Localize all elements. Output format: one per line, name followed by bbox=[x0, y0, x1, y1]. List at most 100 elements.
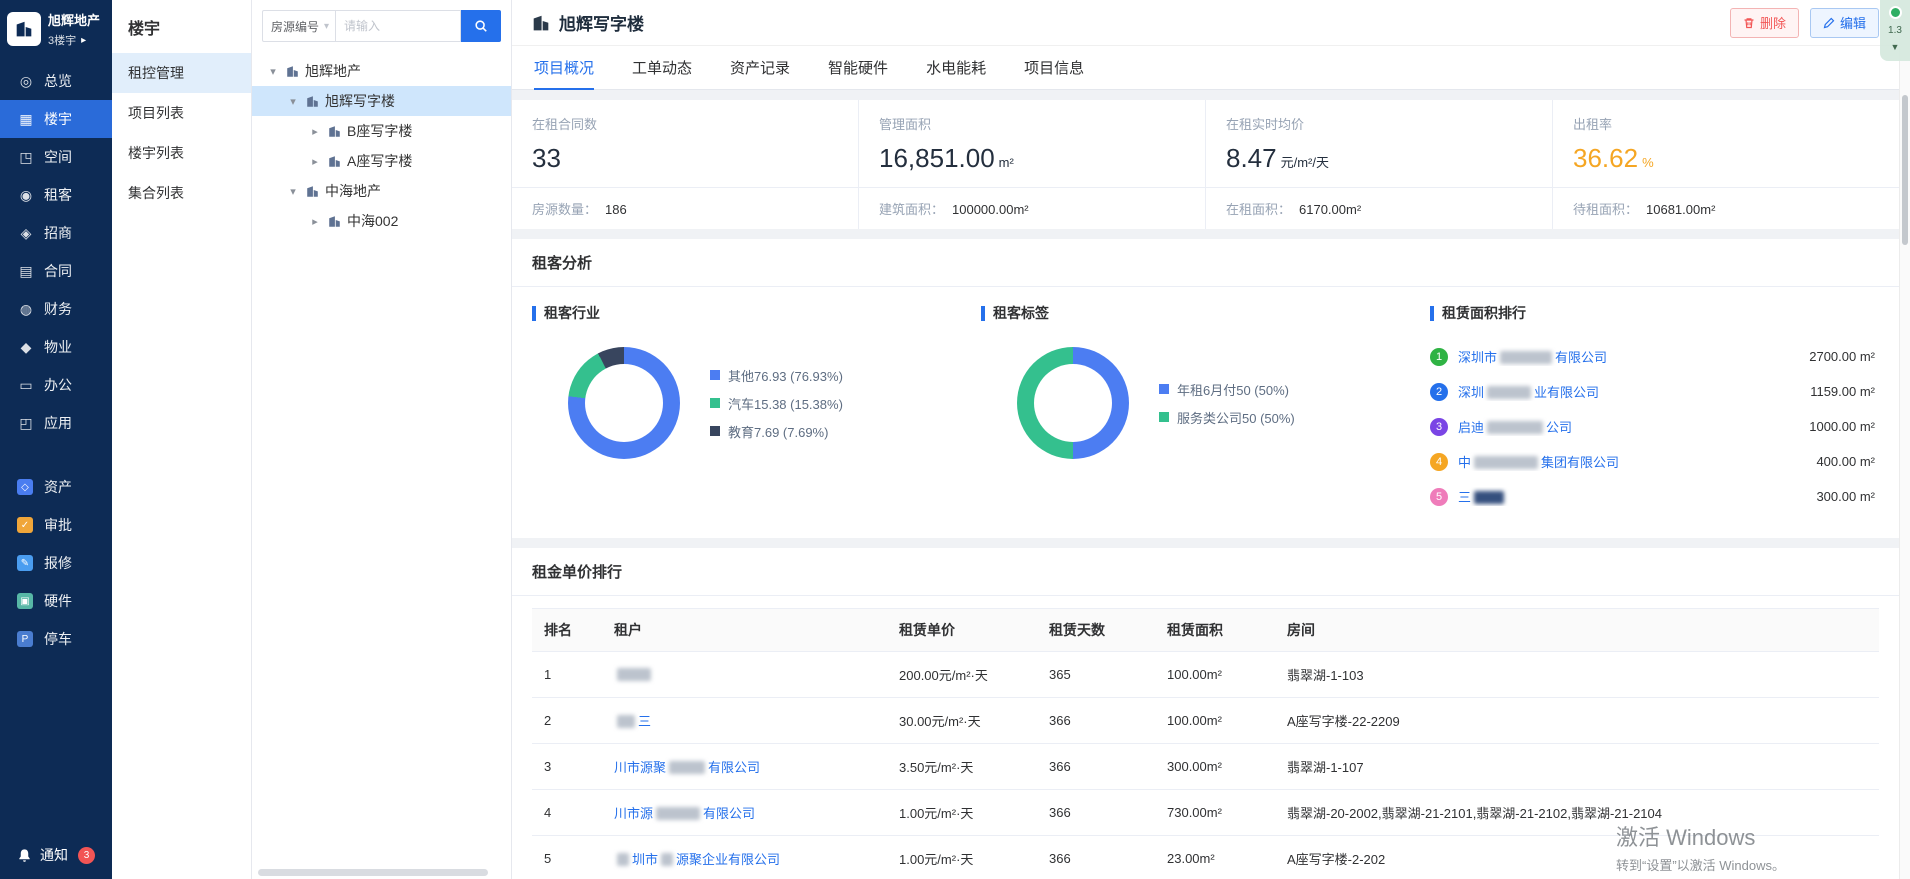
legend-item: 服务类公司50 (50%) bbox=[1159, 408, 1295, 427]
edit-button[interactable]: 编辑 bbox=[1810, 8, 1879, 38]
redacted-text bbox=[1487, 421, 1543, 434]
tree-node-zhonghai-002[interactable]: ▸中海002 bbox=[252, 206, 511, 236]
sidebar-item-apps[interactable]: ◰应用 bbox=[0, 404, 112, 442]
sidebar-item-repair[interactable]: ✎报修 bbox=[0, 544, 112, 582]
tenant-link[interactable]: 三 bbox=[614, 714, 651, 729]
tenant-link[interactable]: 圳市源聚企业有限公司 bbox=[614, 852, 780, 867]
tab-project-overview[interactable]: 项目概况 bbox=[534, 46, 594, 90]
donut-hole bbox=[1034, 364, 1112, 442]
sidebar-item-tenant[interactable]: ◉ 租客 bbox=[0, 176, 112, 214]
menu-item-project-list[interactable]: 项目列表 bbox=[112, 93, 251, 133]
tab-smart-hardware[interactable]: 智能硬件 bbox=[828, 46, 888, 90]
company-link[interactable]: 启迪公司 bbox=[1458, 417, 1799, 436]
sidebar-item-investment[interactable]: ◈招商 bbox=[0, 214, 112, 252]
project-tree-panel: 房源编号▾ ▾旭辉地产 ▾旭辉写字楼 ▸B座写字楼 ▸A座写字楼 ▾中海地产 ▸… bbox=[252, 0, 512, 879]
tree-node-zhonghai-group[interactable]: ▾中海地产 bbox=[252, 176, 511, 206]
table-row: 1 200.00元/m²·天 365 100.00m² 翡翠湖-1-103 bbox=[532, 652, 1879, 698]
brand-name: 旭辉地产 bbox=[48, 10, 100, 29]
col-unit-price: 租赁单价 bbox=[887, 609, 1037, 652]
leased-area-value: 2700.00 m² bbox=[1809, 349, 1875, 364]
sidebar-item-hardware[interactable]: ▣硬件 bbox=[0, 582, 112, 620]
horizontal-scrollbar[interactable] bbox=[258, 869, 488, 876]
legend-label: 汽车15.38 (15.38%) bbox=[728, 394, 843, 413]
search-button[interactable] bbox=[461, 10, 501, 42]
company-link[interactable]: 深圳业有限公司 bbox=[1458, 382, 1800, 401]
company-link[interactable]: 中集团有限公司 bbox=[1458, 452, 1806, 471]
notification-button[interactable]: 通知 3 bbox=[0, 845, 112, 865]
building-icon bbox=[306, 95, 319, 108]
sidebar-item-asset[interactable]: ◇资产 bbox=[0, 468, 112, 506]
tenant-link[interactable]: 川市源聚有限公司 bbox=[614, 760, 760, 775]
tab-asset-records[interactable]: 资产记录 bbox=[730, 46, 790, 90]
building-icon bbox=[328, 215, 341, 228]
redacted-text bbox=[661, 853, 673, 866]
tree-node-label: A座写字楼 bbox=[347, 151, 412, 171]
cell-days: 366 bbox=[1037, 836, 1155, 879]
sidebar-item-label: 审批 bbox=[44, 515, 72, 535]
tree-node-xuhui-tower[interactable]: ▾旭辉写字楼 bbox=[252, 86, 511, 116]
tenant-icon: ◉ bbox=[17, 187, 35, 204]
notification-badge: 3 bbox=[78, 847, 95, 864]
tab-project-info[interactable]: 项目信息 bbox=[1024, 46, 1084, 90]
tree-search-bar: 房源编号▾ bbox=[252, 0, 511, 52]
sidebar-item-finance[interactable]: ◍财务 bbox=[0, 290, 112, 328]
sidebar-item-office[interactable]: ▭办公 bbox=[0, 366, 112, 404]
sidebar-item-contract[interactable]: ▤合同 bbox=[0, 252, 112, 290]
tenant-link[interactable]: 川市源有限公司 bbox=[614, 806, 755, 821]
tree-node-tower-b[interactable]: ▸B座写字楼 bbox=[252, 116, 511, 146]
search-type-select[interactable]: 房源编号▾ bbox=[262, 10, 336, 42]
tab-workorder-activity[interactable]: 工单动态 bbox=[632, 46, 692, 90]
property-icon: ◆ bbox=[17, 339, 35, 356]
sidebar-item-label: 租客 bbox=[44, 185, 72, 205]
cell-price: 1.00元/m²·天 bbox=[887, 836, 1037, 879]
sidebar-item-space[interactable]: ◳空间 bbox=[0, 138, 112, 176]
delete-button[interactable]: 删除 bbox=[1730, 8, 1799, 38]
menu-item-building-list[interactable]: 楼宇列表 bbox=[112, 133, 251, 173]
col-area: 租赁面积 bbox=[1155, 609, 1275, 652]
area-rank-row: 2 深圳业有限公司 1159.00 m² bbox=[1430, 374, 1875, 409]
space-icon: ◳ bbox=[17, 149, 35, 166]
legend-label: 其他76.93 (76.93%) bbox=[728, 366, 843, 385]
tree-node-tower-a[interactable]: ▸A座写字楼 bbox=[252, 146, 511, 176]
sidebar-item-approval[interactable]: ✓审批 bbox=[0, 506, 112, 544]
app-root: 旭辉地产 3楼宇▸ ◎总览 ▦楼宇 ◳空间 ◉ 租客 ◈招商 ▤合同 ◍财务 ◆物… bbox=[0, 0, 1910, 879]
delete-label: 删除 bbox=[1760, 13, 1786, 32]
main-sidebar: 旭辉地产 3楼宇▸ ◎总览 ▦楼宇 ◳空间 ◉ 租客 ◈招商 ▤合同 ◍财务 ◆物… bbox=[0, 0, 112, 879]
company-link[interactable]: 三 bbox=[1458, 487, 1806, 506]
cell-rooms: 翡翠湖-1-107 bbox=[1275, 744, 1879, 790]
legend-item: 年租6月付50 (50%) bbox=[1159, 380, 1295, 399]
scrollbar-thumb[interactable] bbox=[1902, 95, 1908, 245]
sidebar-item-building[interactable]: ▦楼宇 bbox=[0, 100, 112, 138]
sidebar-item-property[interactable]: ◆物业 bbox=[0, 328, 112, 366]
menu-item-rent-control[interactable]: 租控管理 bbox=[112, 53, 251, 93]
tenant-link[interactable] bbox=[614, 667, 654, 682]
menu-item-collection-list[interactable]: 集合列表 bbox=[112, 173, 251, 213]
leased-area-value: 400.00 m² bbox=[1816, 454, 1875, 469]
overview-content: 在租合同数 33 房源数量：186 管理面积 16,851.00m² 建筑面积：… bbox=[512, 90, 1899, 879]
vertical-scrollbar[interactable] bbox=[1899, 0, 1910, 879]
cell-area: 100.00m² bbox=[1155, 698, 1275, 744]
building-icon bbox=[286, 65, 299, 78]
col-tenant: 租户 bbox=[602, 609, 887, 652]
tab-utility-energy[interactable]: 水电能耗 bbox=[926, 46, 986, 90]
company-name-prefix: 三 bbox=[1458, 490, 1471, 505]
building-icon bbox=[328, 125, 341, 138]
section-title: 租客标签 bbox=[993, 303, 1049, 323]
caret-down-icon: ▾ bbox=[266, 65, 280, 78]
sidebar-item-overview[interactable]: ◎总览 bbox=[0, 62, 112, 100]
sidebar-item-parking[interactable]: P停车 bbox=[0, 620, 112, 658]
search-input[interactable] bbox=[336, 10, 461, 42]
leased-area-ranking-section: 租赁面积排行 1 深圳市有限公司 2700.00 m² 2 深圳业有限公司 11… bbox=[1430, 303, 1879, 514]
company-name-suffix: 业有限公司 bbox=[1534, 385, 1599, 400]
tenant-analysis-card: 租客分析 租客行业 其他76.93 (76.93%) 汽车15.38 (15.3… bbox=[512, 239, 1899, 538]
tree-node-xuhui-group[interactable]: ▾旭辉地产 bbox=[252, 56, 511, 86]
caret-right-icon: ▸ bbox=[308, 125, 322, 138]
legend-label: 教育7.69 (7.69%) bbox=[728, 422, 828, 441]
rank-badge: 4 bbox=[1430, 453, 1448, 471]
company-link[interactable]: 深圳市有限公司 bbox=[1458, 347, 1799, 366]
cell-rooms: A座写字楼-22-2209 bbox=[1275, 698, 1879, 744]
brand-switcher[interactable]: 旭辉地产 3楼宇▸ bbox=[0, 0, 112, 62]
card-title: 租金单价排行 bbox=[512, 548, 1899, 596]
screen-overlay-widget[interactable]: 1.3 ▼ bbox=[1880, 0, 1910, 61]
project-tree: ▾旭辉地产 ▾旭辉写字楼 ▸B座写字楼 ▸A座写字楼 ▾中海地产 ▸中海002 bbox=[252, 52, 511, 236]
